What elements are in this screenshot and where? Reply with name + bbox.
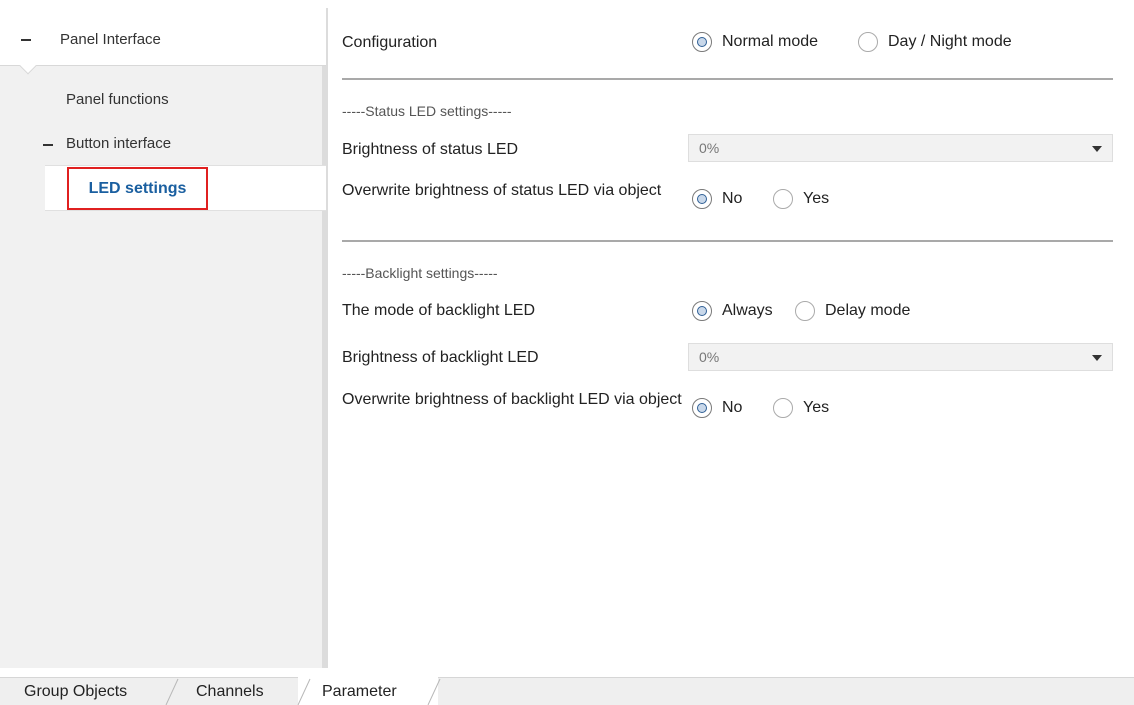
radio-status-yes[interactable]: Yes (773, 189, 829, 209)
radio-backlight-yes[interactable]: Yes (773, 398, 829, 418)
radio-backlight-no[interactable]: No (692, 398, 742, 418)
tree-item-panel-interface[interactable]: Panel Interface (60, 31, 161, 48)
overwrite-backlight-label: Overwrite brightness of backlight LED vi… (342, 391, 682, 408)
sidebar-splitter[interactable] (322, 8, 328, 668)
radio-empty-icon (773, 189, 793, 209)
radio-empty-icon (795, 301, 815, 321)
tree-item-led-settings[interactable]: LED settings (67, 167, 208, 210)
divider (342, 240, 1113, 242)
tab-channels[interactable]: Channels (196, 677, 264, 705)
brightness-backlight-select[interactable]: 0% (688, 343, 1113, 371)
radio-status-no[interactable]: No (692, 189, 742, 209)
tab-separators (165, 678, 441, 705)
radio-delay-mode[interactable]: Delay mode (795, 301, 910, 321)
tree-item-label: LED settings (88, 179, 187, 197)
radio-day-night-mode[interactable]: Day / Night mode (858, 32, 1012, 52)
tree-item-panel-functions[interactable]: Panel functions (66, 91, 169, 108)
radio-always[interactable]: Always (692, 301, 773, 321)
radio-empty-icon (858, 32, 878, 52)
radio-selected-icon (692, 189, 712, 209)
configuration-label: Configuration (342, 34, 438, 51)
tab-group-objects[interactable]: Group Objects (24, 677, 127, 705)
backlight-section-title: -----Backlight settings----- (342, 265, 498, 281)
tree-item-button-interface[interactable]: Button interface (66, 135, 171, 152)
collapse-icon[interactable] (21, 39, 31, 41)
radio-selected-icon (692, 398, 712, 418)
brightness-status-label: Brightness of status LED (342, 141, 519, 158)
tree-header[interactable] (0, 8, 326, 75)
dropdown-arrow-icon (1092, 355, 1102, 361)
status-section-title: -----Status LED settings----- (342, 103, 512, 119)
brightness-status-select[interactable]: 0% (688, 134, 1113, 162)
radio-selected-icon (692, 301, 712, 321)
divider (342, 78, 1113, 80)
tab-parameter[interactable]: Parameter (322, 677, 397, 705)
dropdown-arrow-icon (1092, 146, 1102, 152)
collapse-icon[interactable] (43, 144, 53, 146)
radio-selected-icon (692, 32, 712, 52)
radio-normal-mode[interactable]: Normal mode (692, 32, 818, 52)
radio-empty-icon (773, 398, 793, 418)
backlight-mode-label: The mode of backlight LED (342, 302, 535, 319)
overwrite-status-label: Overwrite brightness of status LED via o… (342, 182, 662, 199)
brightness-backlight-label: Brightness of backlight LED (342, 349, 539, 366)
